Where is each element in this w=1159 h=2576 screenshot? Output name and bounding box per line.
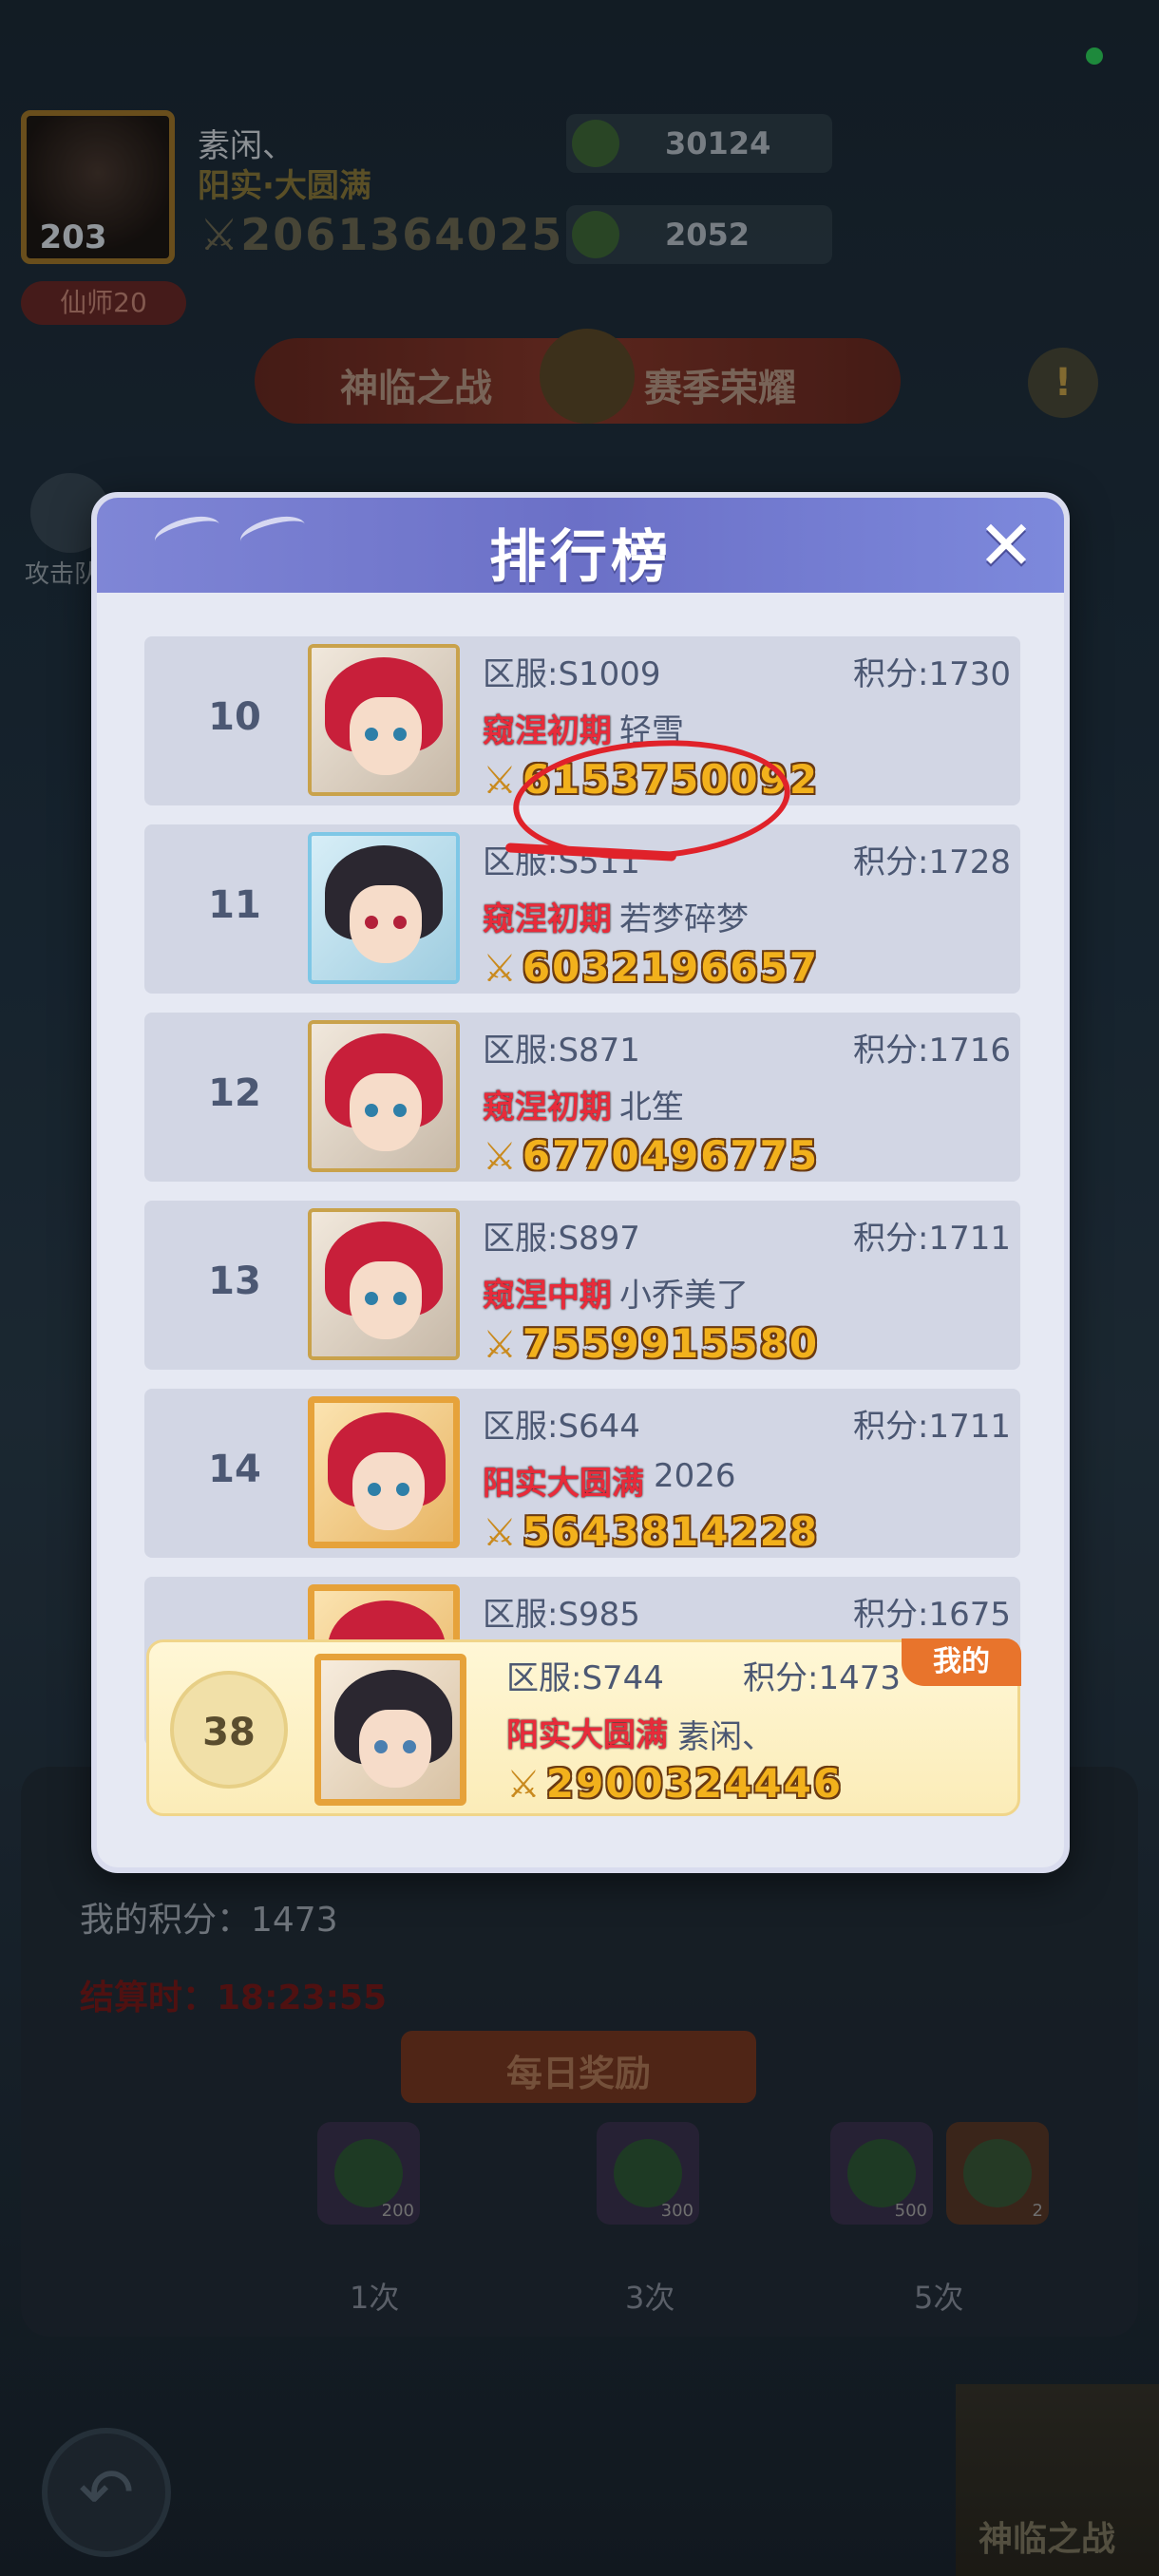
player-name: 2026	[654, 1457, 736, 1495]
my-avatar[interactable]	[314, 1654, 466, 1806]
server-label: 区服:S644	[483, 1408, 640, 1446]
modal-header: 排行榜 ✕	[97, 498, 1064, 593]
crossed-swords-icon: ⚔	[483, 1135, 519, 1179]
modal-title: 排行榜	[489, 524, 672, 591]
leaderboard-modal: 排行榜 ✕ 10 区服:S1009 积分:1730 窥涅初期 轻雪 ⚔61537…	[91, 492, 1070, 1873]
player-name: 北笙	[619, 1089, 684, 1127]
combat-power: ⚔7559915580	[483, 1320, 819, 1367]
server-label: 区服:S1009	[483, 655, 661, 693]
player-avatar[interactable]	[308, 832, 460, 984]
crossed-swords-icon: ⚔	[483, 1323, 519, 1367]
rank: 12	[208, 1071, 261, 1115]
player-name: 若梦碎梦	[619, 900, 749, 938]
leaderboard-row[interactable]: 12 区服:S871 积分:1716 窥涅初期 北笙 ⚔6770496775	[144, 1013, 1020, 1182]
crossed-swords-icon: ⚔	[506, 1763, 542, 1807]
player-avatar[interactable]	[308, 1208, 460, 1360]
crossed-swords-icon: ⚔	[483, 759, 519, 803]
rank: 14	[208, 1448, 261, 1491]
player-name: 小乔美了	[619, 1277, 749, 1315]
combat-power-value: 7559915580	[522, 1320, 820, 1367]
server-label: 区服:S871	[483, 1032, 640, 1070]
combat-power-value: 6770496775	[522, 1132, 820, 1179]
score-label: 积分:1716	[853, 1032, 1011, 1070]
my-rank-badge: 38	[170, 1671, 288, 1789]
my-player-name: 素闲、	[677, 1718, 774, 1756]
realm-label: 窥涅初期	[483, 900, 612, 938]
score-label: 积分:1711	[853, 1220, 1011, 1258]
rank: 10	[208, 695, 261, 739]
realm-label: 窥涅初期	[483, 1089, 612, 1127]
my-realm-label: 阳实大圆满	[506, 1716, 668, 1754]
combat-power: ⚔6032196657	[483, 944, 819, 991]
my-score-label: 积分:1473	[743, 1659, 901, 1697]
my-server-label: 区服:S744	[506, 1659, 664, 1697]
combat-power: ⚔5643814228	[483, 1508, 819, 1555]
player-avatar[interactable]	[308, 644, 460, 796]
player-avatar[interactable]	[308, 1020, 460, 1172]
player-avatar[interactable]	[308, 1396, 460, 1548]
realm-label: 窥涅初期	[483, 712, 612, 750]
score-label: 积分:1675	[853, 1596, 1011, 1634]
my-rank-row[interactable]: 38 区服:S744 积分:1473 阳实大圆满 素闲、 ⚔2900324446…	[146, 1638, 1021, 1816]
leaderboard-list[interactable]: 10 区服:S1009 积分:1730 窥涅初期 轻雪 ⚔6153750092 …	[144, 636, 1020, 1757]
score-label: 积分:1728	[853, 843, 1011, 881]
close-icon[interactable]: ✕	[973, 511, 1039, 581]
combat-power-value: 5643814228	[522, 1508, 820, 1555]
crossed-swords-icon: ⚔	[483, 1511, 519, 1555]
rank: 13	[208, 1260, 261, 1303]
combat-power-value: 6032196657	[522, 944, 820, 991]
crossed-swords-icon: ⚔	[483, 947, 519, 991]
realm-label: 阳实大圆满	[483, 1465, 644, 1503]
my-combat-power: ⚔2900324446	[506, 1760, 843, 1807]
rank: 11	[208, 883, 261, 927]
leaderboard-row[interactable]: 13 区服:S897 积分:1711 窥涅中期 小乔美了 ⚔7559915580	[144, 1201, 1020, 1370]
score-label: 积分:1730	[853, 655, 1011, 693]
mine-badge: 我的	[902, 1638, 1021, 1686]
my-rank: 38	[202, 1711, 256, 1754]
server-label: 区服:S985	[483, 1596, 640, 1634]
my-combat-power-value: 2900324446	[545, 1760, 844, 1807]
server-label: 区服:S897	[483, 1220, 640, 1258]
leaderboard-row[interactable]: 14 区服:S644 积分:1711 阳实大圆满 2026 ⚔564381422…	[144, 1389, 1020, 1558]
realm-label: 窥涅中期	[483, 1277, 612, 1315]
combat-power: ⚔6770496775	[483, 1132, 819, 1179]
score-label: 积分:1711	[853, 1408, 1011, 1446]
